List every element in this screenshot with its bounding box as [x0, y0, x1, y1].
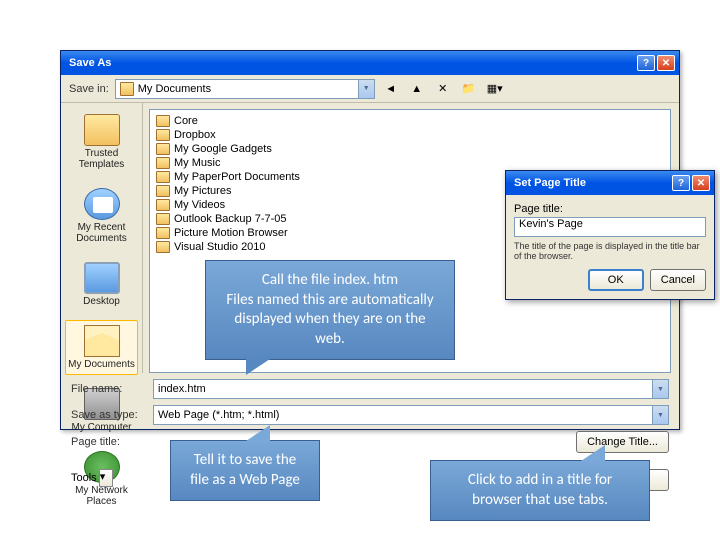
savein-value: My Documents [138, 83, 211, 95]
close-button[interactable]: ✕ [692, 175, 710, 191]
folder-icon [120, 82, 134, 96]
ok-button[interactable]: OK [588, 269, 644, 291]
savein-label: Save in: [69, 83, 109, 95]
chevron-down-icon [358, 80, 374, 98]
list-item[interactable]: My Google Gadgets [154, 142, 666, 156]
savein-toolbar: Save in: My Documents ◄ ▲ ✕ 📁 ▦▾ [61, 75, 679, 103]
documents-icon [84, 325, 120, 357]
place-recent-documents[interactable]: My Recent Documents [65, 183, 138, 249]
delete-button[interactable]: ✕ [433, 79, 453, 99]
hint-text: The title of the page is displayed in th… [514, 241, 706, 261]
sub-titlebar: Set Page Title ? ✕ [506, 171, 714, 195]
back-button[interactable]: ◄ [381, 79, 401, 99]
list-item[interactable]: Dropbox [154, 128, 666, 142]
folder-icon [156, 129, 170, 141]
sub-dialog-title: Set Page Title [514, 177, 672, 189]
close-button[interactable]: ✕ [657, 55, 675, 71]
views-button[interactable]: ▦▾ [485, 79, 505, 99]
place-desktop[interactable]: Desktop [65, 257, 138, 312]
saveastype-label: Save as type: [71, 409, 143, 421]
folder-icon [156, 171, 170, 183]
help-button[interactable]: ? [672, 175, 690, 191]
folder-icon [156, 241, 170, 253]
set-page-title-dialog: Set Page Title ? ✕ Page title: Kevin's P… [505, 170, 715, 300]
new-folder-button[interactable]: 📁 [459, 79, 479, 99]
folder-icon [156, 185, 170, 197]
folder-icon [156, 143, 170, 155]
list-item[interactable]: Core [154, 114, 666, 128]
place-my-documents[interactable]: My Documents [65, 320, 138, 375]
places-bar: Trusted Templates My Recent Documents De… [61, 103, 143, 373]
callout-filename: Call the file index. htm Files named thi… [205, 260, 455, 360]
pagetitle-label: Page title: [71, 436, 143, 448]
dialog-title: Save As [69, 57, 637, 69]
place-trusted-templates[interactable]: Trusted Templates [65, 109, 138, 175]
filename-label: File name: [71, 383, 143, 395]
titlebar: Save As ? ✕ [61, 51, 679, 75]
chevron-down-icon: ▾ [99, 469, 113, 487]
chevron-down-icon [652, 406, 668, 424]
cancel-button[interactable]: Cancel [650, 269, 706, 291]
chevron-down-icon [652, 380, 668, 398]
pagetitle-input[interactable]: Kevin's Page [514, 217, 706, 237]
filename-input[interactable]: index.htm [153, 379, 669, 399]
folder-icon [156, 213, 170, 225]
folder-icon [156, 199, 170, 211]
recent-icon [84, 188, 120, 220]
folder-icon [84, 114, 120, 146]
folder-icon [156, 227, 170, 239]
up-button[interactable]: ▲ [407, 79, 427, 99]
list-item[interactable]: My Music [154, 156, 666, 170]
pagetitle-field-label: Page title: [514, 203, 706, 215]
callout-saveastype: Tell it to save the file as a Web Page [170, 440, 320, 501]
savein-dropdown[interactable]: My Documents [115, 79, 375, 99]
callout-changetitle: Click to add in a title for browser that… [430, 460, 650, 521]
help-button[interactable]: ? [637, 55, 655, 71]
saveastype-dropdown[interactable]: Web Page (*.htm; *.html) [153, 405, 669, 425]
desktop-icon [84, 262, 120, 294]
folder-icon [156, 157, 170, 169]
tools-dropdown[interactable]: Tools ▾ [71, 469, 113, 487]
folder-icon [156, 115, 170, 127]
